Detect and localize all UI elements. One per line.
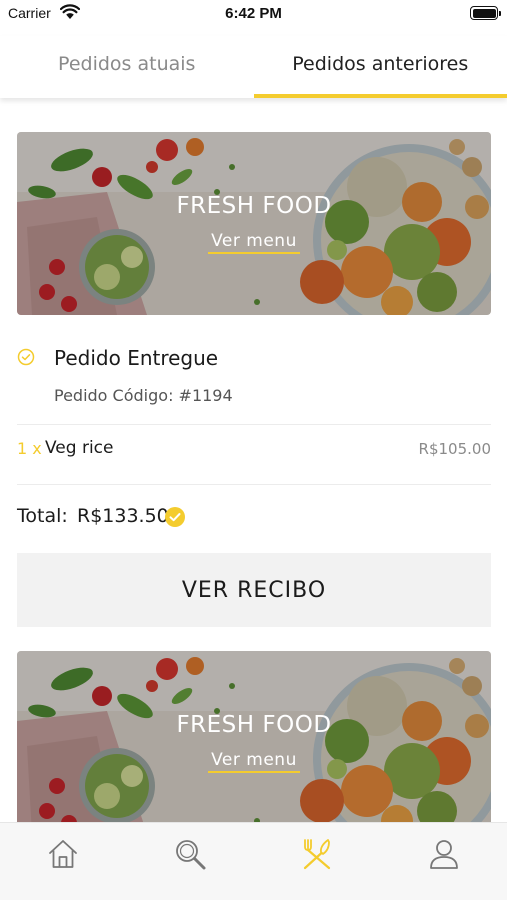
utensils-icon bbox=[303, 839, 330, 870]
nav-orders[interactable] bbox=[254, 823, 381, 900]
restaurant-banner[interactable]: FRESH FOOD Ver menu bbox=[17, 651, 491, 822]
restaurant-banner[interactable]: FRESH FOOD Ver menu bbox=[17, 132, 491, 315]
battery-icon bbox=[470, 6, 501, 20]
order-item-row: 1 x Veg rice R$105.00 bbox=[17, 437, 491, 463]
divider bbox=[17, 484, 491, 485]
tab-past-orders[interactable]: Pedidos anteriores bbox=[253, 36, 507, 98]
nav-profile[interactable] bbox=[380, 823, 507, 900]
item-name: Veg rice bbox=[45, 438, 114, 458]
item-price: R$105.00 bbox=[418, 440, 491, 458]
orders-list: FRESH FOOD Ver menu Pedido Entregue Pedi… bbox=[0, 98, 507, 822]
banner-title: FRESH FOOD bbox=[176, 712, 332, 738]
divider bbox=[17, 424, 491, 425]
view-menu-link[interactable]: Ver menu bbox=[208, 231, 300, 254]
order-code: Pedido Código: #1194 bbox=[54, 386, 233, 405]
orders-tab-bar: Pedidos atuais Pedidos anteriores bbox=[0, 36, 507, 98]
nav-search[interactable] bbox=[127, 823, 254, 900]
check-badge-icon bbox=[165, 507, 185, 527]
tab-current-orders[interactable]: Pedidos atuais bbox=[0, 36, 254, 98]
status-bar: Carrier 6:42 PM bbox=[0, 0, 507, 30]
search-icon bbox=[176, 840, 206, 870]
order-status-title: Pedido Entregue bbox=[54, 346, 219, 370]
total-value: R$133.50 bbox=[77, 505, 169, 527]
view-menu-link[interactable]: Ver menu bbox=[208, 750, 300, 773]
check-circle-icon bbox=[17, 348, 35, 366]
nav-home[interactable] bbox=[0, 823, 127, 900]
home-icon bbox=[49, 840, 78, 868]
user-icon bbox=[429, 840, 458, 869]
bottom-navigation bbox=[0, 822, 507, 900]
order-status: Pedido Entregue bbox=[17, 344, 491, 374]
clock-time: 6:42 PM bbox=[225, 5, 282, 22]
item-quantity: 1 x bbox=[17, 439, 42, 458]
total-label: Total: bbox=[17, 505, 68, 527]
banner-title: FRESH FOOD bbox=[176, 193, 332, 219]
view-receipt-button[interactable]: VER RECIBO bbox=[17, 553, 491, 627]
